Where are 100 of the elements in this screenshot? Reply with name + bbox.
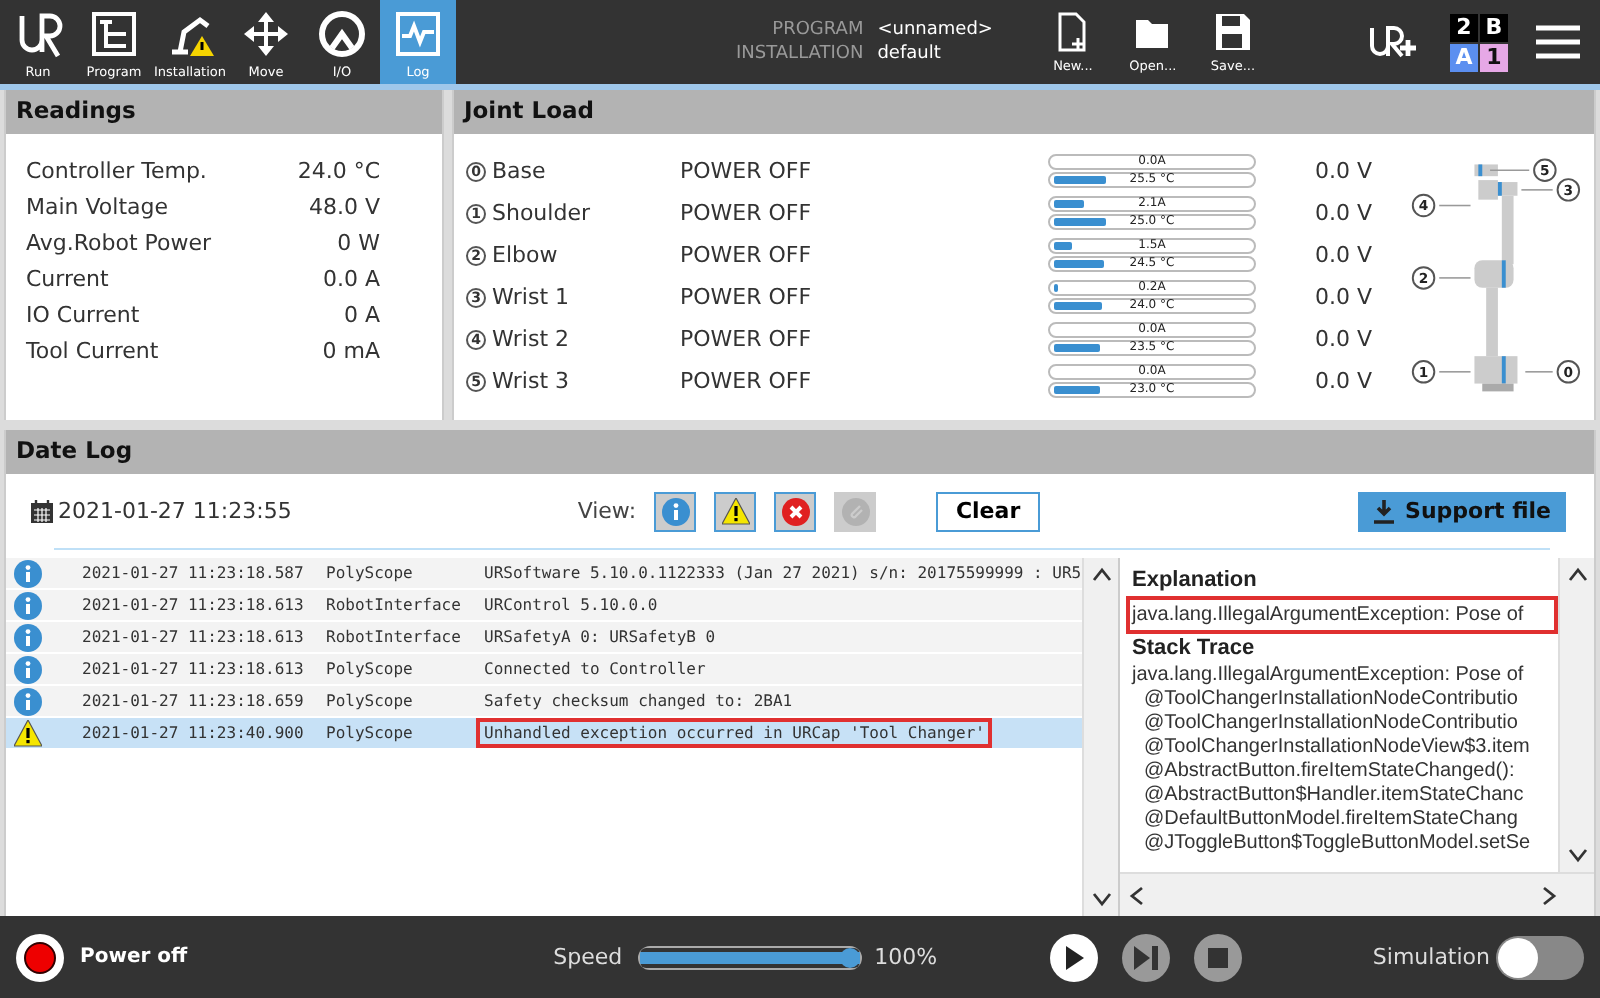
log-source: PolyScope bbox=[326, 660, 415, 678]
joint-voltage: 0.0 V bbox=[1312, 158, 1372, 184]
reading-value: 0 mA bbox=[320, 338, 380, 364]
step-button[interactable] bbox=[1121, 933, 1170, 981]
calendar-icon bbox=[30, 499, 54, 523]
stack-trace-line: @ToolChangerInstallationNodeContributio bbox=[1142, 688, 1520, 712]
scrollbar[interactable] bbox=[1082, 558, 1118, 916]
filter-toggle[interactable] bbox=[774, 491, 817, 531]
simulation-toggle[interactable] bbox=[1496, 935, 1584, 979]
info-icon bbox=[14, 591, 42, 619]
simulation-label: Simulation bbox=[1372, 944, 1490, 970]
joint-status: POWER OFF bbox=[680, 326, 814, 352]
joint-voltage: 0.0 V bbox=[1312, 200, 1372, 226]
panel-title: Readings bbox=[6, 90, 442, 134]
joint-name: Wrist 1 bbox=[492, 284, 569, 310]
chevron-up-icon bbox=[1091, 566, 1111, 582]
log-message: URSafetyA 0: URSafetyB 0 bbox=[482, 626, 718, 650]
joint-voltage: 0.0 V bbox=[1312, 326, 1372, 352]
log-time: 2021-01-27 11:23:18.613 bbox=[82, 628, 306, 646]
log-message: Unhandled exception occurred in URCap 'Tool Changer' bbox=[476, 718, 993, 748]
info-value: default bbox=[877, 42, 943, 66]
speed-value: 100% bbox=[874, 944, 938, 970]
move-arrows-icon bbox=[240, 8, 292, 60]
log-message: URControl 5.10.0.0 bbox=[482, 594, 660, 618]
joint-name: Wrist 3 bbox=[492, 368, 569, 394]
scrollbar[interactable] bbox=[1120, 872, 1594, 916]
joint-status: POWER OFF bbox=[680, 368, 814, 394]
log-time: 2021-01-27 11:23:18.613 bbox=[82, 596, 306, 614]
stack-trace-line: @DefaultButtonModel.fireItemStateChang bbox=[1142, 808, 1520, 832]
log-entry[interactable]: 2021-01-27 11:23:18.613 RobotInterface URControl 5.10.0.0 bbox=[6, 590, 1082, 622]
clear-button[interactable]: Clear bbox=[936, 491, 1041, 531]
chevron-down-icon bbox=[1567, 848, 1587, 864]
log-entry[interactable]: 2021-01-27 11:23:40.900 PolyScope Unhandled exception occurred in URCap 'Tool Changer' bbox=[6, 718, 1082, 750]
joint-status: POWER OFF bbox=[680, 200, 814, 226]
reading-value: 0 W bbox=[335, 230, 380, 256]
info-icon bbox=[14, 559, 42, 587]
filter-toggle[interactable] bbox=[714, 491, 757, 531]
urcap-plus-icon bbox=[1366, 22, 1422, 62]
info-icon bbox=[14, 655, 42, 683]
view-label: View: bbox=[577, 498, 637, 524]
panel-title: Date Log bbox=[6, 430, 1594, 474]
play-icon bbox=[1063, 945, 1084, 969]
section-title: Explanation bbox=[1132, 568, 1259, 592]
log-time: 2021-01-27 11:23:40.900 bbox=[82, 724, 306, 742]
stack-trace-line: @JToggleButton$ToggleButtonModel.setSe bbox=[1142, 832, 1533, 856]
slider-thumb[interactable] bbox=[840, 947, 861, 967]
joint-status: POWER OFF bbox=[680, 284, 814, 310]
download-icon bbox=[1373, 499, 1394, 523]
stack-trace-line: @AbstractButton$Handler.itemStateChanc bbox=[1142, 784, 1526, 808]
support-file-button[interactable]: Support file bbox=[1358, 491, 1566, 531]
joint-status: POWER OFF bbox=[680, 158, 814, 184]
error-icon bbox=[781, 497, 810, 525]
program-tree-icon bbox=[88, 8, 140, 60]
log-message: Connected to Controller bbox=[482, 658, 708, 682]
stop-icon bbox=[1207, 947, 1228, 967]
joint-name: Elbow bbox=[492, 242, 558, 268]
reading-label: Tool Current bbox=[26, 338, 161, 364]
log-time: 2021-01-27 11:23:18.587 bbox=[82, 564, 306, 582]
stack-trace-line: java.lang.IllegalArgumentException: Pose of bbox=[1132, 664, 1526, 688]
reading-label: Main Voltage bbox=[26, 194, 171, 220]
stack-trace-line: @ToolChangerInstallationNodeContributio bbox=[1142, 712, 1520, 736]
info-icon bbox=[661, 497, 690, 525]
joint-voltage: 0.0 V bbox=[1312, 284, 1372, 310]
log-entry[interactable]: 2021-01-27 11:23:18.659 PolyScope Safety checksum changed to: 2BA1 bbox=[6, 686, 1082, 718]
step-icon bbox=[1133, 945, 1158, 969]
section-title: Stack Trace bbox=[1132, 636, 1257, 660]
gauge-icon bbox=[316, 8, 368, 60]
filter-toggle[interactable] bbox=[654, 491, 697, 531]
power-button[interactable] bbox=[16, 933, 64, 981]
joint-name: Base bbox=[492, 158, 546, 184]
stack-trace-line: @ToolChangerInstallationNodeView$3.item bbox=[1142, 736, 1532, 760]
log-message: URSoftware 5.10.0.1122333 (Jan 27 2021) s/n: 20175599999 : UR5 bbox=[482, 562, 1082, 586]
chevron-left-icon bbox=[1128, 885, 1144, 905]
joint-voltage: 0.0 V bbox=[1312, 368, 1372, 394]
menu-icon[interactable] bbox=[1536, 24, 1580, 60]
scrollbar[interactable] bbox=[1558, 558, 1594, 872]
filter-toggle[interactable] bbox=[834, 491, 877, 531]
chevron-right-icon bbox=[1542, 885, 1558, 905]
safety-status: 1 bbox=[1480, 43, 1508, 71]
joint-voltage: 0.0 V bbox=[1312, 242, 1372, 268]
safety-status: 2 bbox=[1450, 13, 1478, 41]
panel-title: Joint Load bbox=[454, 90, 1594, 134]
info-label: INSTALLATION bbox=[736, 42, 864, 66]
stack-trace-line: @AbstractButton.fireItemStateChanged(): bbox=[1142, 760, 1517, 784]
log-entry[interactable]: 2021-01-27 11:23:18.613 RobotInterface URSafetyA 0: URSafetyB 0 bbox=[6, 622, 1082, 654]
info-value: <unnamed> bbox=[877, 18, 993, 42]
info-icon bbox=[14, 687, 42, 715]
reading-label: Controller Temp. bbox=[26, 158, 209, 184]
log-entry[interactable]: 2021-01-27 11:23:18.587 PolyScope URSoftware 5.10.0.1122333 (Jan 27 2021) s/n: 20175599999 : UR5 bbox=[6, 558, 1082, 590]
safety-status: B bbox=[1480, 13, 1508, 41]
joint-name: Shoulder bbox=[492, 200, 590, 226]
chevron-down-icon bbox=[1091, 892, 1111, 908]
log-source: RobotInterface bbox=[326, 628, 463, 646]
stop-button[interactable] bbox=[1193, 933, 1242, 981]
log-date: 2021-01-27 11:23:55 bbox=[58, 498, 292, 524]
new-file-icon bbox=[1054, 11, 1091, 51]
log-source: RobotInterface bbox=[326, 596, 463, 614]
play-button[interactable] bbox=[1049, 933, 1098, 981]
reading-value: 0.0 A bbox=[320, 266, 380, 292]
log-entry[interactable]: 2021-01-27 11:23:18.613 PolyScope Connected to Controller bbox=[6, 654, 1082, 686]
